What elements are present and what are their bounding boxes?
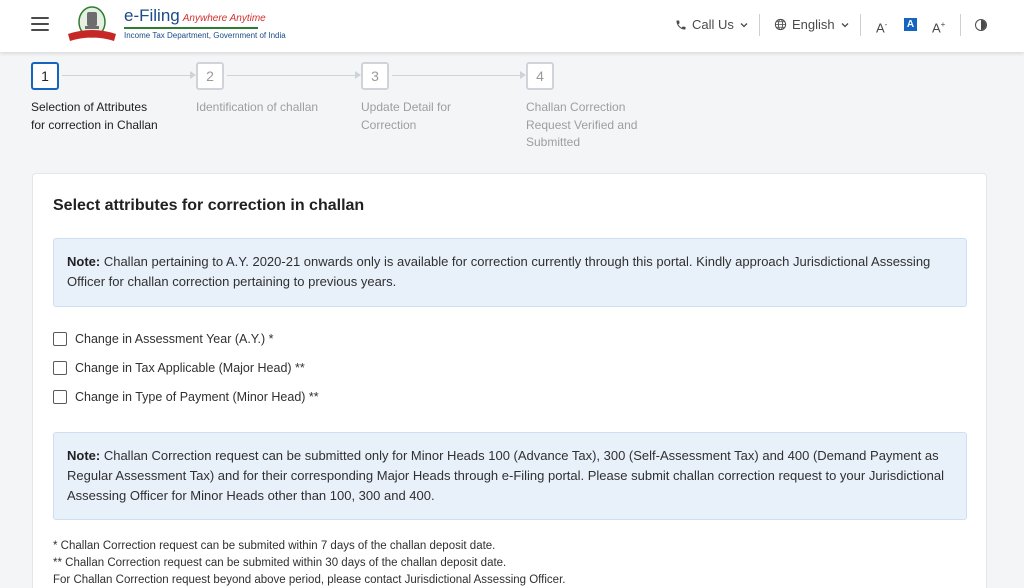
chevron-down-icon: [740, 22, 748, 27]
step-number: 1: [31, 62, 59, 90]
step-label: Update Detail for Correction: [361, 100, 452, 132]
step-number: 4: [526, 62, 554, 90]
footnote: * Challan Correction request can be subm…: [53, 540, 496, 552]
header-separator: [860, 14, 861, 36]
phone-icon: [676, 20, 686, 29]
step-number: 2: [196, 62, 224, 90]
logo-divider: [124, 27, 258, 29]
language-dropdown[interactable]: English: [774, 17, 850, 32]
note-label: Note:: [67, 448, 101, 463]
checkbox-major-head[interactable]: Change in Tax Applicable (Major Head) **: [53, 361, 305, 375]
note-text: Challan Correction request can be submit…: [67, 448, 944, 503]
card-title: Select attributes for correction in chal…: [53, 197, 365, 214]
footnote: For Challan Correction request beyond ab…: [53, 574, 566, 586]
step-number: 3: [361, 62, 389, 90]
header-separator: [960, 14, 961, 36]
note-text: Challan pertaining to A.Y. 2020-21 onwar…: [67, 254, 931, 289]
chevron-down-icon: [841, 22, 849, 27]
step-label: Selection of Attributes for correction i…: [31, 100, 158, 132]
footnotes: * Challan Correction request can be subm…: [53, 538, 565, 588]
checkbox-label: Change in Assessment Year (A.Y.) *: [75, 332, 274, 346]
note-ay-availability: Note: Challan pertaining to A.Y. 2020-21…: [53, 238, 967, 307]
logo-tagline: Anywhere Anytime: [182, 13, 266, 24]
checkbox-label: Change in Tax Applicable (Major Head) **: [75, 361, 305, 375]
note-label: Note:: [67, 254, 101, 269]
menu-icon[interactable]: [31, 17, 49, 31]
checkbox-assessment-year[interactable]: Change in Assessment Year (A.Y.) *: [53, 332, 274, 346]
font-decrease-button[interactable]: A-: [876, 16, 887, 37]
progress-stepper: 1 Selection of Attributes for correction…: [0, 62, 1024, 162]
national-emblem-icon: [68, 6, 116, 41]
contrast-icon[interactable]: [975, 19, 987, 31]
checkbox-box[interactable]: [53, 332, 67, 346]
language-label: English: [792, 17, 835, 32]
checkbox-label: Change in Type of Payment (Minor Head) *…: [75, 390, 319, 404]
step-label: Challan Correction Request Verified and …: [526, 100, 638, 149]
step-label: Identification of challan: [196, 100, 319, 114]
footnote: ** Challan Correction request can be sub…: [53, 557, 507, 569]
checkbox-box[interactable]: [53, 361, 67, 375]
call-us-label: Call Us: [692, 17, 734, 32]
header-separator: [759, 14, 760, 36]
checkbox-minor-head[interactable]: Change in Type of Payment (Minor Head) *…: [53, 390, 319, 404]
efiling-logo[interactable]: e-Filing Anywhere Anytime Income Tax Depa…: [66, 4, 286, 44]
step-connector: [227, 75, 355, 76]
logo-subtitle: Income Tax Department, Government of Ind…: [124, 31, 286, 40]
checkbox-box[interactable]: [53, 390, 67, 404]
logo-title: e-Filing Anywhere Anytime: [124, 6, 266, 25]
call-us-dropdown[interactable]: Call Us: [675, 17, 749, 32]
note-minor-heads: Note: Challan Correction request can be …: [53, 432, 967, 520]
correction-attributes-card: Select attributes for correction in chal…: [32, 173, 987, 588]
top-header: e-Filing Anywhere Anytime Income Tax Depa…: [0, 0, 1024, 52]
step-connector: [392, 75, 520, 76]
font-normal-button[interactable]: A: [904, 18, 917, 31]
step-connector: [62, 75, 190, 76]
globe-icon: [774, 18, 787, 31]
font-increase-button[interactable]: A+: [932, 16, 945, 37]
